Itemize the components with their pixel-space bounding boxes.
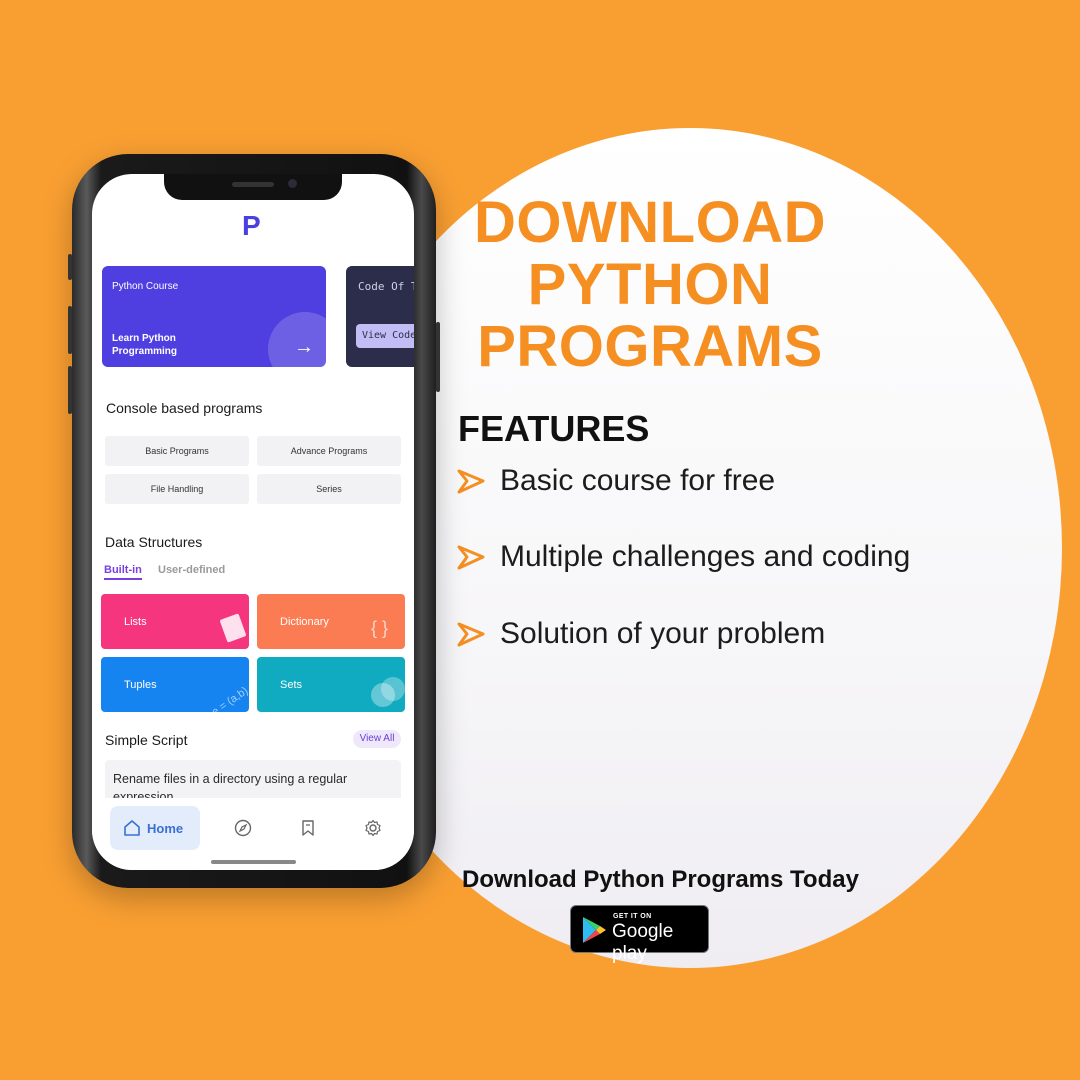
phone-side-button bbox=[68, 366, 72, 414]
badge-big-text: Google play bbox=[612, 921, 674, 964]
tile-label: Tuples bbox=[124, 679, 157, 691]
tuple-formula-icon: e = (a,b) bbox=[210, 685, 249, 712]
phone-side-button bbox=[68, 254, 72, 280]
code-card-title: Code Of T bbox=[358, 280, 414, 293]
headline-line: PROGRAMS bbox=[477, 314, 823, 379]
phone-notch bbox=[164, 174, 342, 200]
compass-icon[interactable] bbox=[234, 819, 252, 837]
feature-text: Basic course for free bbox=[500, 464, 776, 497]
feature-item: Solution of your problem bbox=[456, 617, 825, 651]
console-item[interactable]: Series bbox=[257, 474, 401, 504]
camera bbox=[288, 179, 297, 188]
phone-screen: P Python Course Learn Python Programming… bbox=[92, 174, 414, 870]
console-item[interactable]: Advance Programs bbox=[257, 436, 401, 466]
google-play-badge[interactable]: GET IT ON Google play bbox=[570, 905, 709, 964]
gear-icon[interactable] bbox=[364, 819, 382, 837]
headline-line: PYTHON bbox=[527, 252, 773, 317]
sparkle-icon: { } bbox=[371, 618, 388, 638]
svg-text:e = (a,b): e = (a,b) bbox=[210, 685, 249, 712]
arrow-bullet-icon bbox=[457, 545, 485, 570]
phone-side-button bbox=[436, 322, 440, 392]
python-course-card[interactable]: Python Course Learn Python Programming → bbox=[102, 266, 326, 367]
simple-script-title: Simple Script bbox=[105, 732, 188, 748]
tab-built-in[interactable]: Built-in bbox=[104, 564, 142, 580]
console-section-title: Console based programs bbox=[106, 400, 263, 416]
tab-user-defined[interactable]: User-defined bbox=[158, 564, 225, 576]
view-all-button[interactable]: View All bbox=[353, 730, 401, 748]
tile-label: Sets bbox=[280, 679, 303, 691]
google-play-icon bbox=[583, 917, 606, 943]
console-item[interactable]: File Handling bbox=[105, 474, 249, 504]
data-structures-title: Data Structures bbox=[105, 534, 203, 550]
code-card[interactable]: Code Of T View Code bbox=[346, 266, 414, 367]
tile-tuples[interactable]: Tuples e = (a,b) bbox=[101, 657, 249, 712]
arrow-right-icon[interactable]: → bbox=[294, 336, 314, 359]
nav-home[interactable]: Home bbox=[110, 806, 200, 850]
speaker bbox=[232, 182, 274, 187]
features-title: FEATURES bbox=[458, 408, 650, 449]
home-indicator bbox=[211, 860, 296, 864]
course-subtitle: Python Course bbox=[112, 281, 179, 292]
notebook-icon bbox=[220, 613, 246, 643]
tile-dictionary[interactable]: Dictionary { } bbox=[257, 594, 405, 649]
course-title: Learn Python Programming bbox=[112, 333, 178, 357]
tile-sets[interactable]: Sets bbox=[257, 657, 405, 712]
feature-item: Basic course for free bbox=[456, 464, 775, 498]
tile-label: Lists bbox=[124, 616, 147, 628]
tile-lists[interactable]: Lists bbox=[101, 594, 249, 649]
feature-text: Multiple challenges and coding bbox=[500, 540, 911, 573]
venn-icon bbox=[371, 677, 405, 707]
app-logo: P bbox=[242, 210, 261, 241]
svg-text:{ }: { } bbox=[371, 618, 388, 638]
phone-side-button bbox=[68, 306, 72, 354]
arrow-bullet-icon bbox=[457, 622, 485, 647]
bookmark-icon[interactable] bbox=[299, 819, 317, 837]
home-icon bbox=[124, 820, 140, 836]
arrow-bullet-icon bbox=[457, 469, 485, 494]
feature-text: Solution of your problem bbox=[500, 617, 826, 650]
tile-label: Dictionary bbox=[280, 616, 329, 628]
feature-item: Multiple challenges and coding bbox=[456, 540, 910, 574]
view-code-button[interactable]: View Code bbox=[356, 324, 414, 348]
badge-small-text: GET IT ON bbox=[613, 913, 652, 920]
nav-home-label: Home bbox=[147, 821, 184, 836]
cta-text: Download Python Programs Today bbox=[462, 866, 859, 893]
headline-line: DOWNLOAD bbox=[474, 190, 826, 255]
console-item[interactable]: Basic Programs bbox=[105, 436, 249, 466]
headline: DOWNLOAD PYTHON PROGRAMS bbox=[440, 192, 860, 378]
